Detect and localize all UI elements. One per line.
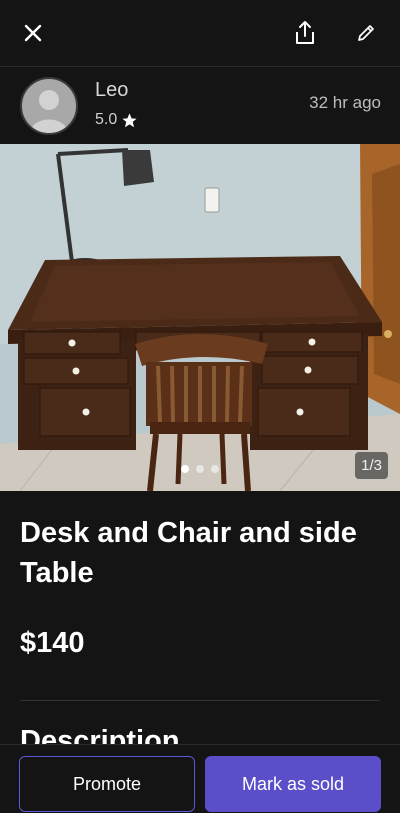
photo-pager-dots[interactable] xyxy=(0,465,400,473)
pager-dot[interactable] xyxy=(196,465,204,473)
top-bar xyxy=(0,0,400,67)
pager-dot[interactable] xyxy=(181,465,189,473)
seller-info[interactable]: Leo 5.0 32 hr ago xyxy=(0,67,400,143)
listing-price: $140 xyxy=(20,627,85,659)
photo-counter: 1/3 xyxy=(355,452,388,479)
desk-photo-illustration xyxy=(0,144,400,491)
posted-time: 32 hr ago xyxy=(309,93,381,112)
share-icon[interactable] xyxy=(287,15,323,51)
avatar[interactable] xyxy=(20,77,78,135)
mark-as-sold-button[interactable]: Mark as sold xyxy=(205,756,381,812)
close-icon[interactable] xyxy=(15,15,51,51)
edit-pencil-icon[interactable] xyxy=(348,15,384,51)
seller-rating: 5.0 xyxy=(95,111,138,129)
divider xyxy=(20,700,380,701)
seller-name[interactable]: Leo xyxy=(95,79,128,102)
star-icon xyxy=(122,112,137,127)
listing-title: Desk and Chair and side Table xyxy=(20,517,357,589)
promote-button[interactable]: Promote xyxy=(19,756,195,812)
pager-dot[interactable] xyxy=(211,465,219,473)
rating-value: 5.0 xyxy=(95,111,118,128)
bottom-action-bar: Promote Mark as sold xyxy=(0,744,400,813)
listing-photo[interactable]: 1/3 xyxy=(0,144,400,491)
